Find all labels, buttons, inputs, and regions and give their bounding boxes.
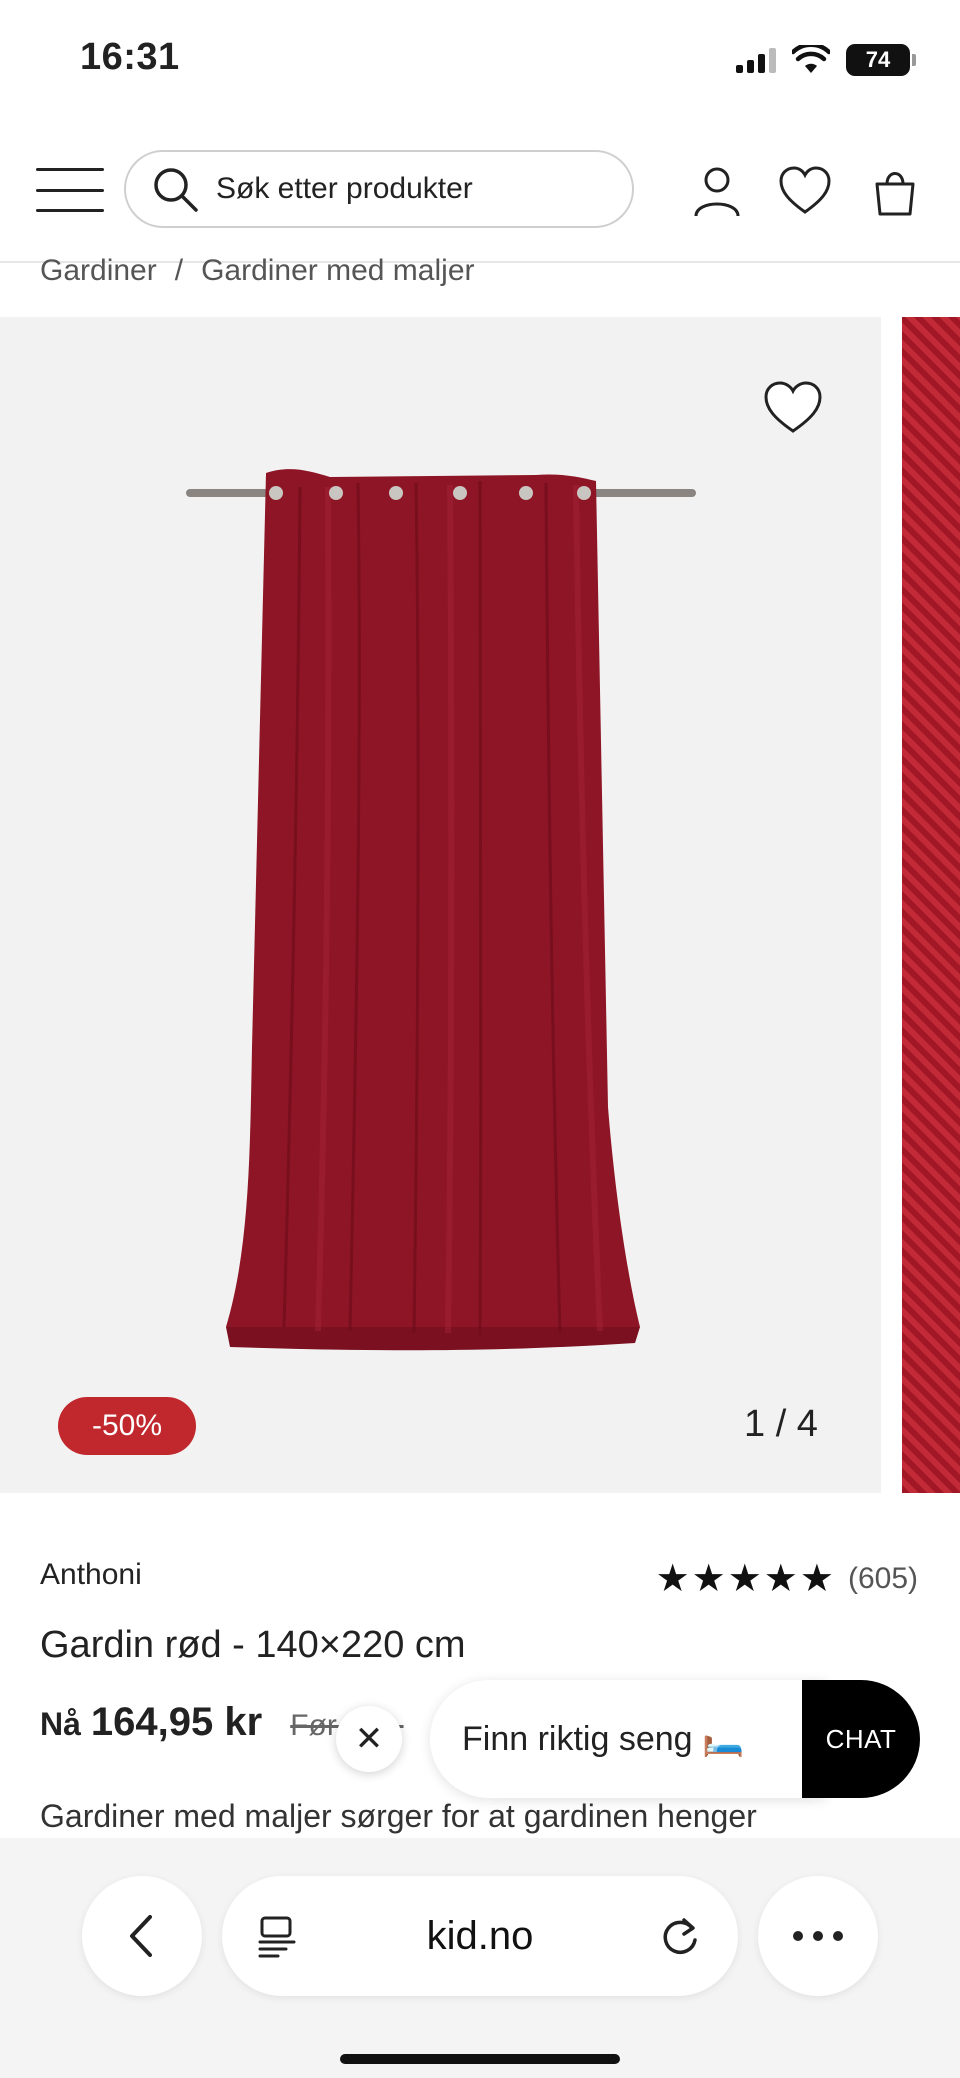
close-promo-button[interactable]: ✕ (336, 1706, 402, 1772)
product-brand[interactable]: Anthoni (40, 1558, 142, 1592)
close-icon: ✕ (354, 1720, 384, 1758)
search-input[interactable]: Søk etter produkter (124, 150, 634, 228)
product-gallery[interactable]: -50% 1 / 4 (0, 317, 960, 1493)
discount-badge: -50% (58, 1397, 196, 1455)
product-title: Gardin rød - 140×220 cm (40, 1624, 466, 1666)
breadcrumb-separator: / (174, 254, 184, 287)
product-description: Gardiner med maljer sørger for at gardin… (40, 1798, 757, 1834)
next-product-image[interactable] (902, 317, 960, 1493)
address-bar[interactable]: kid.no (222, 1876, 738, 1996)
current-price: 164,95 kr (90, 1700, 263, 1744)
home-indicator (340, 2054, 620, 2064)
favorite-heart-icon[interactable] (762, 379, 824, 435)
battery-icon: 74 (846, 44, 916, 76)
menu-icon[interactable] (36, 168, 104, 212)
wishlist-heart-icon[interactable] (778, 164, 832, 218)
chat-button[interactable]: CHAT (802, 1680, 920, 1798)
status-time: 16:31 (80, 36, 180, 78)
wifi-icon (792, 45, 830, 73)
status-bar: 16:31 74 (0, 0, 960, 120)
shopping-bag-icon[interactable] (868, 164, 922, 218)
curtain-image (186, 469, 696, 1351)
back-button[interactable] (82, 1876, 202, 1996)
more-options-button[interactable] (758, 1876, 878, 1996)
promo-chat-bubble[interactable]: Finn riktig seng 🛏️ (430, 1680, 826, 1798)
reload-icon[interactable] (658, 1914, 702, 1958)
status-icons: 74 (736, 44, 916, 76)
review-count: (605) (847, 1561, 918, 1595)
breadcrumb-item[interactable]: Gardiner med maljer (201, 254, 474, 288)
more-dots-icon (793, 1931, 843, 1941)
breadcrumb-item[interactable]: Gardiner (40, 254, 157, 288)
search-placeholder: Søk etter produkter (216, 172, 473, 205)
cellular-signal-icon (736, 47, 776, 73)
price-prefix: Nå (40, 1706, 81, 1742)
product-rating[interactable]: ★★★★★ (605) (656, 1556, 918, 1601)
chevron-left-icon (130, 1915, 152, 1957)
site-header: Søk etter produkter (0, 120, 960, 263)
breadcrumb: Gardiner / Gardiner med maljer (40, 254, 475, 288)
account-icon[interactable] (690, 164, 744, 218)
image-counter: 1 / 4 (744, 1403, 818, 1445)
search-icon (154, 168, 198, 212)
rating-stars: ★★★★★ (655, 1558, 836, 1600)
browser-toolbar: kid.no (0, 1838, 960, 2078)
product-image[interactable]: -50% 1 / 4 (0, 317, 881, 1493)
